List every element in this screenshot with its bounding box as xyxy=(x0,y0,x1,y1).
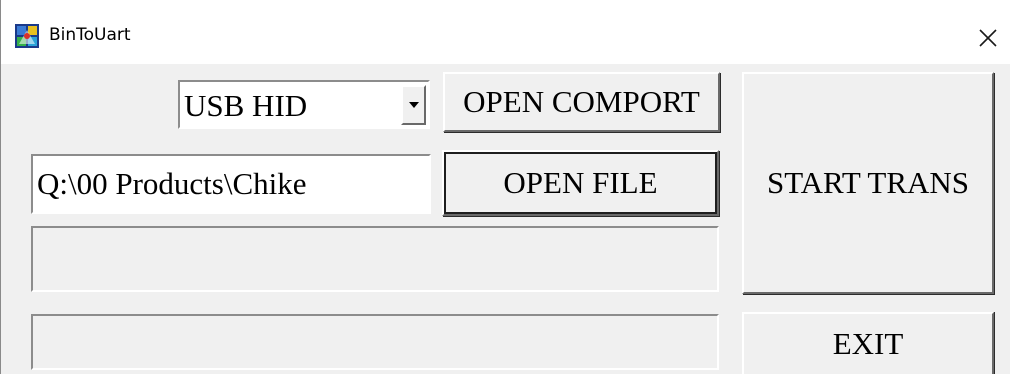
status-display-1 xyxy=(31,226,719,292)
app-window: BinToUart USB HID OPEN COMPORT START TRA… xyxy=(0,0,1010,374)
port-select[interactable]: USB HID xyxy=(178,80,430,129)
chevron-down-icon xyxy=(408,102,419,108)
exit-button[interactable]: EXIT xyxy=(742,312,994,374)
start-trans-label: START TRANS xyxy=(766,165,970,200)
file-path-input[interactable] xyxy=(31,154,431,214)
open-comport-button[interactable]: OPEN COMPORT xyxy=(443,72,720,132)
status-display-2 xyxy=(31,314,719,370)
port-select-dropdown-button[interactable] xyxy=(401,85,426,125)
app-icon xyxy=(15,24,39,48)
start-trans-button[interactable]: START TRANS xyxy=(742,72,994,294)
port-select-value: USB HID xyxy=(184,88,308,123)
open-file-label: OPEN FILE xyxy=(503,165,658,200)
close-icon xyxy=(979,29,997,47)
window-title: BinToUart xyxy=(49,25,131,45)
open-file-button[interactable]: OPEN FILE xyxy=(442,150,719,216)
close-button[interactable] xyxy=(973,22,1003,52)
title-bar[interactable]: BinToUart xyxy=(1,0,1010,64)
exit-label: EXIT xyxy=(832,326,904,361)
open-comport-label: OPEN COMPORT xyxy=(463,84,700,119)
